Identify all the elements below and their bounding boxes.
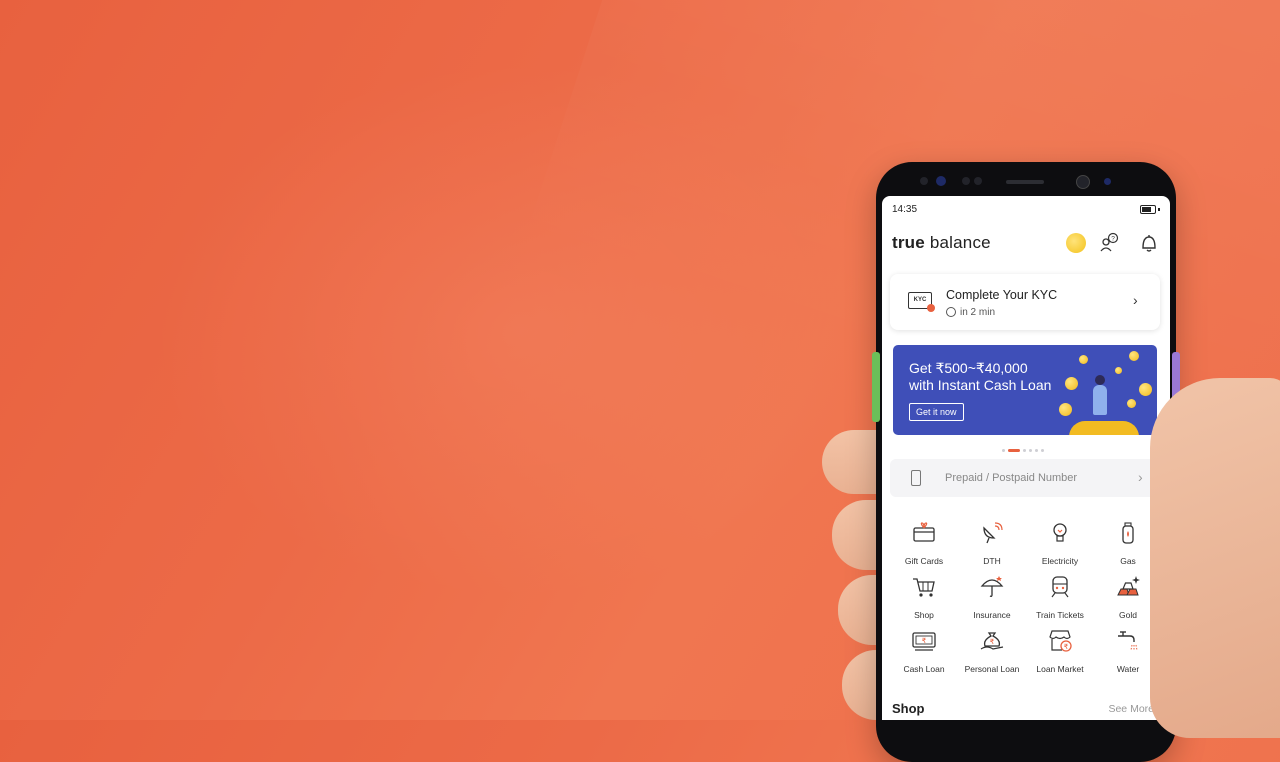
service-insurance[interactable]: Insurance xyxy=(958,574,1026,620)
kyc-badge-text: KYC xyxy=(913,297,927,303)
camera-icon xyxy=(1076,175,1090,189)
tap-icon xyxy=(1118,631,1138,651)
front-camera-icon xyxy=(936,176,946,186)
umbrella-icon xyxy=(980,576,1004,597)
clock-icon xyxy=(946,307,956,317)
battery-icon xyxy=(1140,205,1156,214)
kyc-id-icon: KYC xyxy=(908,292,935,312)
phone-top-bezel xyxy=(876,162,1176,196)
service-electricity[interactable]: Electricity xyxy=(1026,520,1094,566)
help-support-icon[interactable]: ? xyxy=(1098,232,1120,254)
thumb xyxy=(1150,378,1280,738)
gold-bars-icon xyxy=(1117,576,1140,596)
service-gift-cards[interactable]: Gift Cards xyxy=(890,520,958,566)
svg-text:₹: ₹ xyxy=(990,638,995,646)
kyc-subtitle: in 2 min xyxy=(960,307,996,318)
sensor-icon xyxy=(1104,178,1111,185)
chevron-right-icon: › xyxy=(1133,292,1138,308)
cash-icon: ₹ xyxy=(912,632,936,651)
service-cash-loan[interactable]: ₹ Cash Loan xyxy=(890,628,958,674)
coin-decoration xyxy=(1139,383,1152,396)
recharge-number-field[interactable]: Prepaid / Postpaid Number › xyxy=(890,459,1160,497)
mobile-phone-icon xyxy=(911,470,921,486)
service-loan-market[interactable]: ₹ Loan Market xyxy=(1026,628,1094,674)
sensor-icon xyxy=(920,177,928,185)
satellite-dish-icon xyxy=(983,522,1003,544)
service-shop[interactable]: Shop xyxy=(890,574,958,620)
coin-decoration xyxy=(1129,351,1139,361)
store-icon: ₹ xyxy=(1049,630,1072,652)
service-personal-loan[interactable]: ₹ Personal Loan xyxy=(958,628,1026,674)
service-label: Electricity xyxy=(1041,556,1079,566)
person-illustration xyxy=(1093,385,1107,415)
cash-loan-banner[interactable]: Get ₹500~₹40,000 with Instant Cash Loan … xyxy=(893,345,1157,435)
battery-tip xyxy=(1158,208,1160,211)
service-label: Gift Cards xyxy=(904,556,944,566)
carousel-indicator xyxy=(1002,442,1047,453)
service-label: Train Tickets xyxy=(1036,610,1084,620)
service-label: Cash Loan xyxy=(903,664,945,674)
dot xyxy=(1035,449,1038,453)
coin-decoration xyxy=(1065,377,1078,390)
svg-text:₹: ₹ xyxy=(922,637,927,645)
coin-pile xyxy=(1069,421,1139,435)
service-label: Personal Loan xyxy=(964,664,1020,674)
see-more-link[interactable]: See More xyxy=(1108,703,1154,715)
earpiece-speaker xyxy=(1006,180,1044,184)
banner-headline: Get ₹500~₹40,000 xyxy=(909,360,1028,376)
banner-subline: with Instant Cash Loan xyxy=(909,377,1052,393)
gas-cylinder-icon xyxy=(1122,522,1134,544)
coin-decoration xyxy=(1059,403,1072,416)
svg-text:?: ? xyxy=(1111,236,1115,243)
person-head xyxy=(1095,375,1105,385)
cart-icon xyxy=(913,578,935,597)
gift-card-icon xyxy=(913,522,935,542)
logo-light: balance xyxy=(924,233,991,252)
coin-decoration xyxy=(1079,355,1088,364)
kyc-card[interactable]: KYC Complete Your KYC in 2 min › xyxy=(890,274,1160,330)
dot xyxy=(1002,449,1005,453)
bell-icon[interactable] xyxy=(1138,232,1160,254)
get-it-now-button[interactable]: Get it now xyxy=(909,403,964,421)
service-label: DTH xyxy=(983,556,1001,566)
coin-icon[interactable] xyxy=(1066,233,1086,253)
bulb-icon xyxy=(1053,523,1067,542)
app-screen: 14:35 true balance ? KYC Complete Your K… xyxy=(882,196,1170,720)
service-label: Shop xyxy=(914,610,934,620)
app-logo: true balance xyxy=(892,233,991,253)
svg-text:₹: ₹ xyxy=(1064,643,1069,651)
kyc-title: Complete Your KYC xyxy=(946,288,1058,302)
chevron-right-icon: › xyxy=(1138,469,1143,485)
train-icon xyxy=(1051,576,1069,598)
service-train-tickets[interactable]: Train Tickets xyxy=(1026,574,1094,620)
sensor-icon xyxy=(962,177,970,185)
money-bag-icon: ₹ xyxy=(980,632,1004,650)
coin-decoration xyxy=(1127,399,1136,408)
shop-section-title: Shop xyxy=(892,701,925,716)
dot xyxy=(1041,449,1044,453)
service-label: Loan Market xyxy=(1036,664,1084,674)
service-dth[interactable]: DTH xyxy=(958,520,1026,566)
logo-bold: true xyxy=(892,233,925,252)
dot xyxy=(1023,449,1026,453)
dot-active xyxy=(1008,449,1020,453)
shield-dot-icon xyxy=(927,304,935,312)
status-time: 14:35 xyxy=(892,204,918,215)
service-label: Insurance xyxy=(973,610,1011,620)
carousel-prev-peek xyxy=(872,352,880,422)
dot xyxy=(1029,449,1032,453)
sensor-icon xyxy=(974,177,982,185)
recharge-placeholder: Prepaid / Postpaid Number xyxy=(945,472,1078,484)
coin-decoration xyxy=(1115,367,1122,374)
